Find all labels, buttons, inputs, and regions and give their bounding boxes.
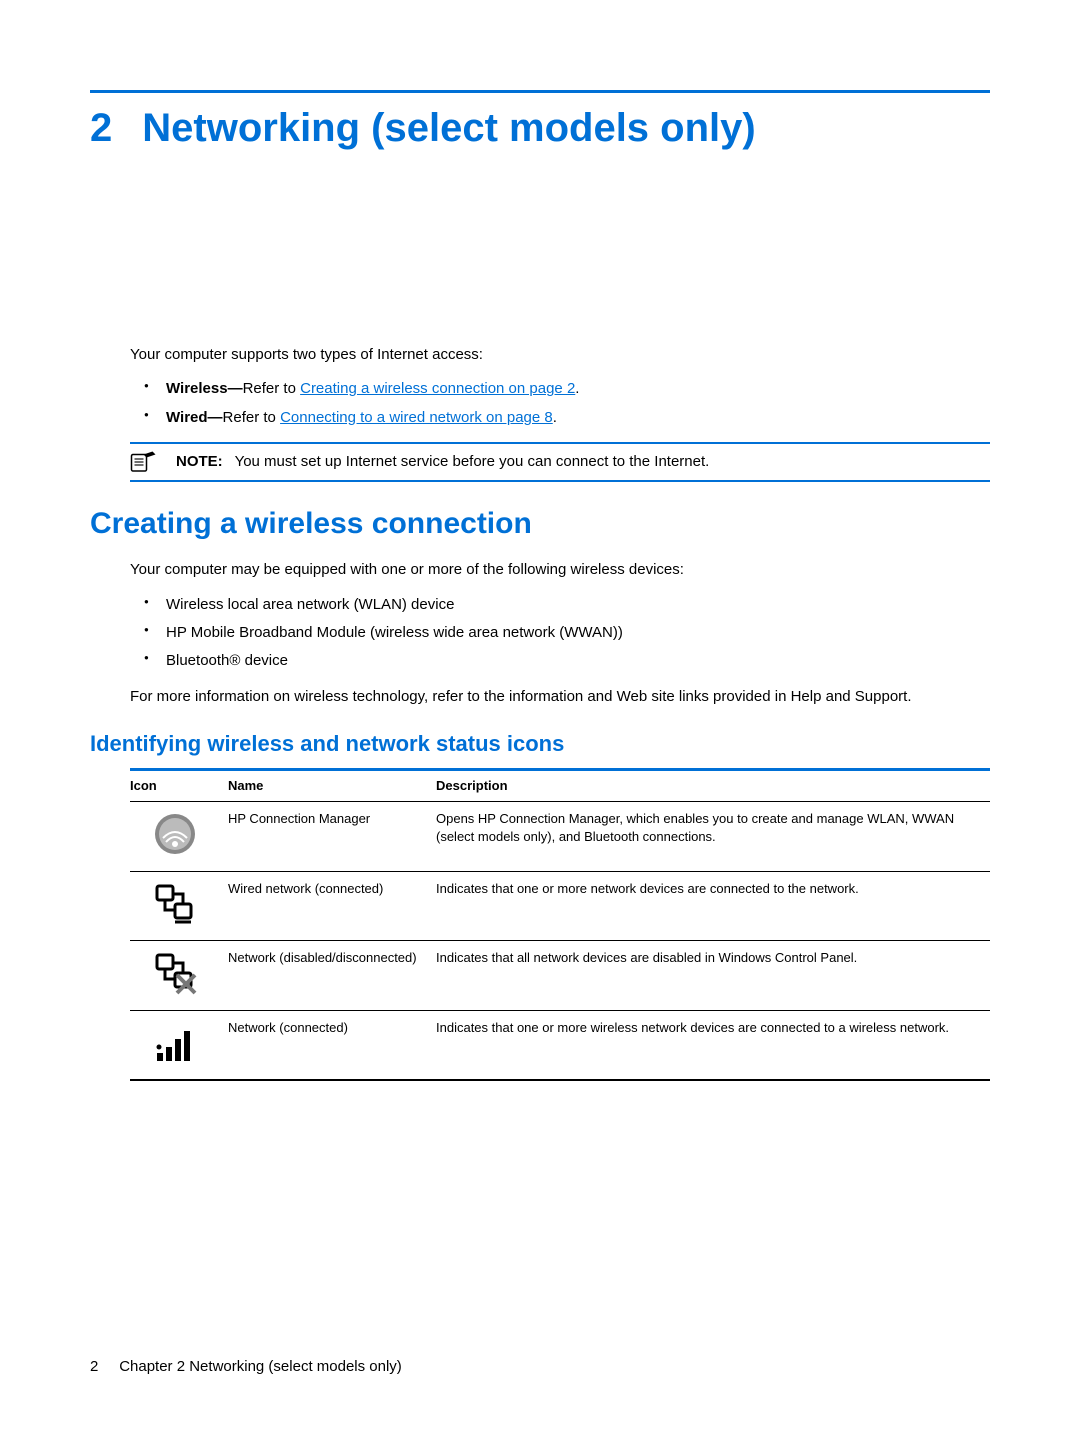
page-number: 2 xyxy=(90,1358,98,1375)
hp-connection-manager-icon xyxy=(151,810,199,858)
section-heading: Creating a wireless connection xyxy=(90,504,990,545)
network-disabled-icon xyxy=(151,949,199,997)
icon-name: Network (disabled/disconnected) xyxy=(228,941,436,1011)
footer-chapter-label: Chapter 2 Networking (select models only… xyxy=(119,1358,402,1375)
icon-name: HP Connection Manager xyxy=(228,801,436,871)
network-connected-icon xyxy=(151,1019,199,1067)
icon-desc: Indicates that all network devices are d… xyxy=(436,941,990,1011)
icon-name: Network (connected) xyxy=(228,1010,436,1080)
list-text: Refer to xyxy=(223,409,281,426)
status-icon-table: Icon Name Description xyxy=(130,768,990,1081)
subsection-heading: Identifying wireless and network status … xyxy=(90,729,990,759)
wired-network-connected-icon xyxy=(151,880,199,928)
list-item: Wired—Refer to Connecting to a wired net… xyxy=(130,408,990,428)
list-suffix: . xyxy=(553,409,557,426)
note-label: NOTE: xyxy=(176,453,223,470)
list-item: Wireless local area network (WLAN) devic… xyxy=(130,595,990,615)
section-outro: For more information on wireless technol… xyxy=(130,687,990,707)
body-content: Your computer supports two types of Inte… xyxy=(130,345,990,1081)
col-icon: Icon xyxy=(130,770,228,802)
icon-desc: Indicates that one or more network devic… xyxy=(436,871,990,941)
note-box: NOTE: You must set up Internet service b… xyxy=(130,442,990,482)
icon-desc: Opens HP Connection Manager, which enabl… xyxy=(436,801,990,871)
chapter-title: Networking (select models only) xyxy=(142,101,755,155)
chapter-header: 2 Networking (select models only) xyxy=(90,90,990,155)
table-row: HP Connection Manager Opens HP Connectio… xyxy=(130,801,990,871)
intro-paragraph: Your computer supports two types of Inte… xyxy=(130,345,990,365)
table-row: Network (disabled/disconnected) Indicate… xyxy=(130,941,990,1011)
note-text: You must set up Internet service before … xyxy=(235,453,710,470)
access-type-list: Wireless—Refer to Creating a wireless co… xyxy=(130,379,990,428)
list-item: HP Mobile Broadband Module (wireless wid… xyxy=(130,623,990,643)
icon-desc: Indicates that one or more wireless netw… xyxy=(436,1010,990,1080)
icon-name: Wired network (connected) xyxy=(228,871,436,941)
col-description: Description xyxy=(436,770,990,802)
section-intro: Your computer may be equipped with one o… xyxy=(130,560,990,580)
list-item: Bluetooth® device xyxy=(130,651,990,671)
page-footer: 2 Chapter 2 Networking (select models on… xyxy=(90,1357,402,1377)
wired-link[interactable]: Connecting to a wired network on page 8 xyxy=(280,409,553,426)
wireless-device-list: Wireless local area network (WLAN) devic… xyxy=(130,595,990,672)
table-header-row: Icon Name Description xyxy=(130,770,990,802)
document-page: 2 Networking (select models only) Your c… xyxy=(0,0,1080,1437)
wireless-link[interactable]: Creating a wireless connection on page 2 xyxy=(300,380,575,397)
note-icon xyxy=(130,450,160,474)
list-text: Refer to xyxy=(243,380,301,397)
list-prefix: Wired— xyxy=(166,409,223,426)
chapter-number: 2 xyxy=(90,101,112,155)
list-item: Wireless—Refer to Creating a wireless co… xyxy=(130,379,990,399)
col-name: Name xyxy=(228,770,436,802)
table-row: Wired network (connected) Indicates that… xyxy=(130,871,990,941)
list-suffix: . xyxy=(575,380,579,397)
list-prefix: Wireless— xyxy=(166,380,243,397)
table-row: Network (connected) Indicates that one o… xyxy=(130,1010,990,1080)
